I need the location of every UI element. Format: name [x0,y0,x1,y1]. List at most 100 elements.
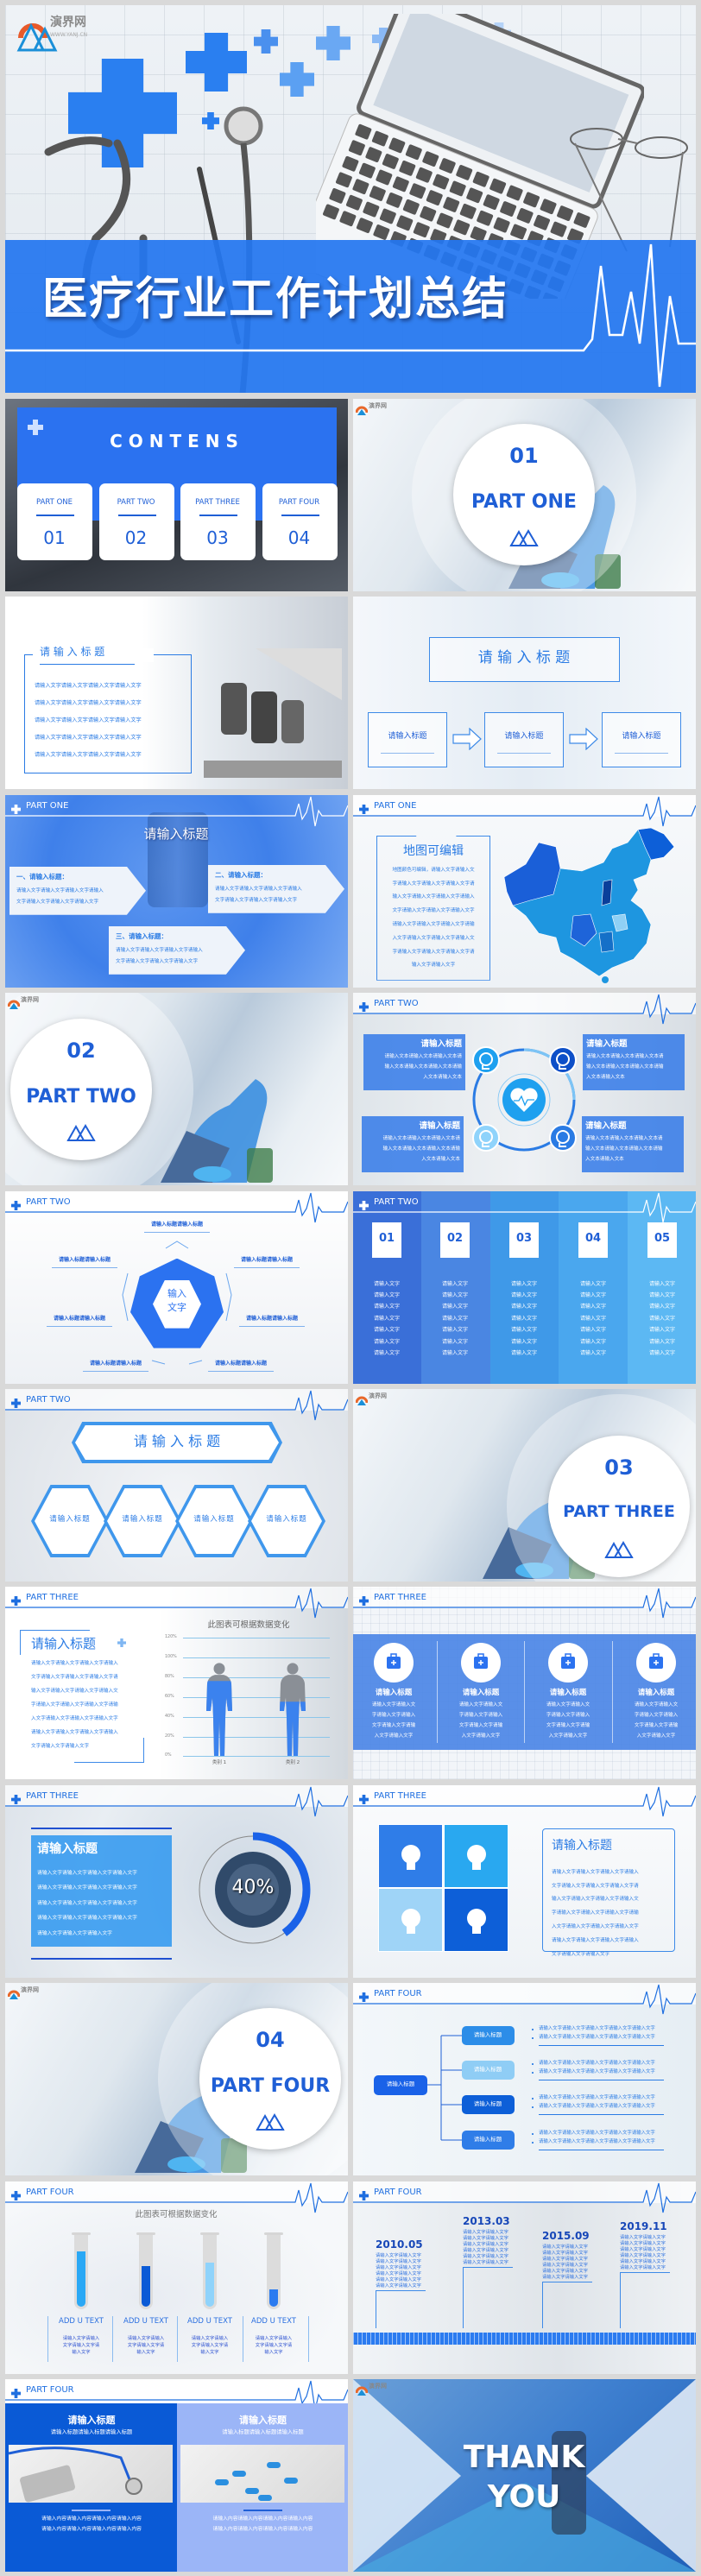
number-box-3[interactable]: 03 [509,1222,539,1258]
arrow-card-1[interactable]: 一、请输入标题： 请输入文字请输入文字请输入文字请输入 文字请输入文字请输入文字请输… [9,866,146,915]
text-line: 请输入文字请输入文字请输入文字请输入文字 [37,1870,137,1876]
divider [199,515,237,516]
text-line: 入文字请输入文字请输入文字请输入文字 [552,1923,639,1929]
number-box-5[interactable]: 05 [647,1222,677,1258]
branch-node-3[interactable]: 请输入标题 [462,2095,515,2115]
step-box-1[interactable]: 请输入标题 [368,712,447,768]
info-card-3[interactable]: 请输入标题 请输入文本请输入文本请输入文本请 输入文本请输入文本请输入文本请输 入文本… [362,1116,464,1173]
slide-thumbnail-part-four-cover[interactable]: 04 PART FOUR 演界网 [5,1983,348,2176]
text-line: 请输入文字 [579,1349,607,1356]
brain-icon [467,1844,486,1870]
divider [36,515,74,516]
column-divider [112,2315,113,2362]
text-line: 请输入文字 [510,1291,538,1298]
column-number: 05 [654,1231,671,1245]
arrow-card-2[interactable]: 二、请输入标题： 请输入文字请输入文字请输入文字请输入 文字请输入文字请输入文字请输… [208,864,344,913]
label-underline [52,1266,117,1268]
text-line: 请输入文字请输入文字 [620,2240,666,2246]
info-card-2[interactable]: 请输入标题 请输入文本请输入文本请输入文本请 输入文本请输入文本请输入文本请输 入文本… [583,1034,685,1091]
title-slide[interactable]: 演界网 WWW.YANJ.CN 医疗行业工作计划总结 [5,5,696,393]
bullet [532,2029,534,2030]
contents-card-2[interactable]: PART TWO 02 [98,483,174,560]
panel-title: 请输入标题 [67,2415,116,2426]
ecg-header-line [353,1587,696,1621]
slide-thumbnail-part-one-arrows[interactable]: PART ONE 请输入标题 一、请输入标题： 请输入文字请输入文字请输入文字请输入文… [5,794,348,988]
slide-thumbnail-part-one-flow[interactable]: 请 输 入 标 题请输入标题 请输入标题 请输入标题 [353,597,696,790]
slide-thumbnail-part-three-cover[interactable]: 03 PART THREE 演界网 [353,1389,696,1582]
text-line: 字请输入文字请输入 [458,1713,503,1719]
text-line: 请输入文字请输入文字请输入文字请输入文字 [35,752,142,759]
text-line: 字请输入文字请输入 [371,1713,416,1719]
text-line: 请输入文字请输入文 [371,1702,416,1708]
text-line: 请输入文字请输入文字请输入文字请输入 [215,886,302,892]
text-line: 入文本请输入文本 [585,1157,624,1163]
thank-text: THANK [463,2440,585,2475]
map-region[interactable] [598,931,615,953]
branch-node-1[interactable]: 请输入标题 [462,2026,515,2046]
column-divider [437,1641,438,1744]
slide-thumbnail-part-four-tubes[interactable]: PART FOUR 此图表可根据数据变化 ADD U TEXT 请输入文字请输入 文字请… [5,2181,348,2374]
text-line: 请输入文字请输入文字请输入文字请输入文字 [37,1885,137,1891]
contents-card-4[interactable]: PART FOUR 04 [262,483,338,560]
step-underline [381,753,434,754]
slide-thumbnail-part-one-text[interactable]: 请 输 入 标 题请输入文字请输入文字请输入文字请输入文字 请输入文字请输入文字请… [5,597,348,790]
figure-bar-2 [280,1663,306,1757]
test-tube-1 [74,2234,88,2309]
text-line: 请输入文字 [648,1327,676,1334]
contents-card-1[interactable]: PART ONE 01 [17,483,92,560]
slide-thumbnail-part-four-timeline[interactable]: PART FOUR 2010.05 请输入文字请输入文字 请输入文字请输入文字 请输入文… [353,2181,696,2374]
number-box-1[interactable]: 01 [372,1222,401,1258]
hexagon-label: 请输入标题 [193,1515,235,1524]
short-divider [72,2510,111,2511]
column-divider [524,1641,525,1744]
slide-thumbnail-part-two-ring[interactable]: PART TWO 请输入标题 请输入文本请输入文本请输入文本请 输入文本请输入文本请输… [353,993,696,1186]
slide-thumbnail-part-three-chart[interactable]: PART THREE 请输入标题 请输入文字请输入文字请输入文字请输入 文字请输入文字… [5,1587,348,1780]
text-line: 请输入文字 [579,1291,607,1298]
test-tube-3 [203,2234,217,2309]
info-card-1[interactable]: 请输入标题 请输入文本请输入文本请输入文本请 输入文本请输入文本请输入文本请输 入文本… [363,1034,465,1091]
panel-subtitle: 请输入标题请输入标题请输入标题 [222,2429,304,2435]
text-line: 请输入文字请输入文字 [376,2282,421,2289]
hexagon-label: 请输入标题 [122,1515,163,1524]
map-region[interactable] [602,975,609,983]
puzzle-piece-3 [378,1887,443,1952]
slide-thumbnail-thanks[interactable]: THANK YOU 演界网 [353,2379,696,2572]
text-line: 请输入文字 [648,1280,676,1287]
dropper-icon [472,1124,500,1152]
hex-label: 请输入标题请输入标题 [53,1315,106,1322]
number-box-2[interactable]: 02 [440,1222,470,1258]
text-line: 请输入文字 [373,1349,401,1356]
slide-thumbnail-part-one-map[interactable]: 地图可编辑 地图颜色可编辑，请输入文字请输入文 字请输入文字请输入文字请输入文字请输… [353,794,696,988]
mountain-icon [66,1124,96,1142]
number-box-4[interactable]: 04 [578,1222,608,1258]
slide-thumbnail-part-three-puzzle[interactable]: PART THREE 请输入标题 请输入文字请输入文字请输入文字请输入 文字请输入文字… [353,1784,696,1978]
arrow-card-3[interactable]: 三、请输入标题： 请输入文字请输入文字请输入文字请输入 文字请输入文字请输入文字请输… [109,925,245,975]
section-title: PART TWO [26,1086,136,1108]
you-text: YOU [487,2479,561,2515]
medical-cross-icon [254,29,278,54]
slide-thumbnail-part-four-tree[interactable]: PART FOUR 请输入标题 请输入标题 请输入文字请输入文字请输入文字请输入文字请… [353,1983,696,2176]
map-region[interactable] [601,879,613,906]
contents-card-3[interactable]: PART THREE 03 [180,483,256,560]
info-card-4[interactable]: 请输入标题 请输入文本请输入文本请输入文本请 输入文本请输入文本请输入文本请输 入文本… [582,1116,684,1173]
text-line: 请输入文字请输入文字 [542,2250,588,2256]
slide-thumbnail-part-one-cover[interactable]: 01 PART ONE 演界网 [353,399,696,591]
slide-thumbnail-part-two-columns[interactable]: PART TWO 01 请输入文字 请输入文字 请输入文字 请输入文字 请输入文字 请输入文字… [353,1190,696,1384]
slide-thumbnail-part-three-icons[interactable]: PART THREE 请输入标题 请输入文字请输入文 字请输入文字请输入 文字请输入文字… [353,1587,696,1780]
slide-thumbnail-part-two-hexrow[interactable]: PART TWO 请 输 入 标 题请输入标题 请输入标题 请输入标题 请输入标题 [5,1389,348,1582]
slide-thumbnail-part-four-images[interactable]: PART FOUR 请输入标题 请输入标题请输入标题请输入标题 请输入内容请输入内容请… [5,2379,348,2572]
hexagon-label: 请输入标题 [49,1515,91,1524]
slide-thumbnail-part-two-hex[interactable]: PART TWO 输入 文字 请输入标题请输入标题 请输入标题请输入标题 请输入标题请输入… [5,1190,348,1384]
step-box-2[interactable]: 请输入标题 [484,712,564,768]
event-date: 2010.05 [376,2238,423,2251]
logo-icon [355,2383,369,2396]
branch-node-2[interactable]: 请输入标题 [462,2061,515,2080]
branch-node-4[interactable]: 请输入标题 [462,2131,515,2150]
step-box-3[interactable]: 请输入标题 [602,712,681,768]
slide-thumbnail-part-two-cover[interactable]: 02 PART TWO 演界网 [5,993,348,1186]
slide-thumbnail-part-three-percent[interactable]: PART THREE 请输入标题 请输入文字请输入文字请输入文字请输入文字 请输入文字… [5,1784,348,1978]
column-title: 请输入标题 [375,1689,413,1698]
slide-thumbnail-contents[interactable]: CONTENS PART ONE 01 PART TWO 02 PART THREE 03 P… [5,399,348,591]
card-heading: 三、请输入标题： [116,931,167,940]
phone-stethoscope-image [8,2445,173,2503]
